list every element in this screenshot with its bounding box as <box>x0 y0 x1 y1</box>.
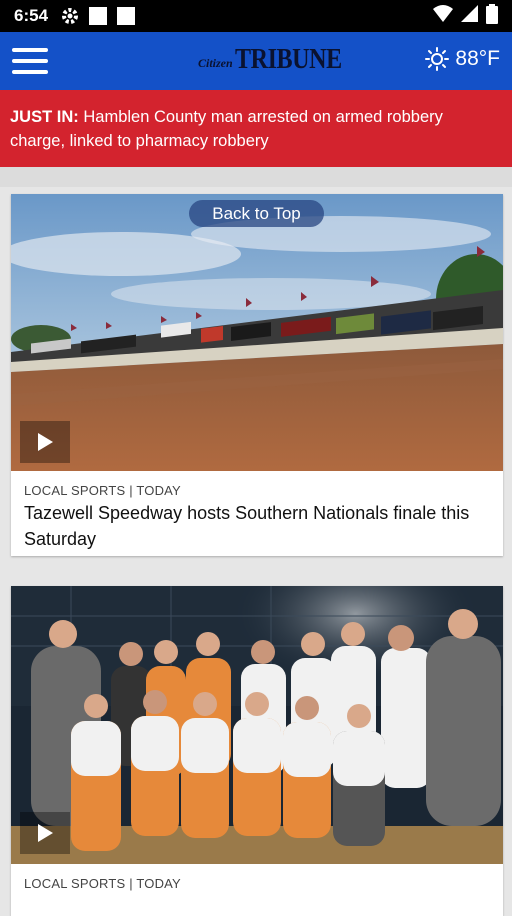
settings-status-icon <box>60 6 80 26</box>
divider <box>0 167 512 187</box>
weather-widget[interactable]: 88°F <box>425 47 500 71</box>
article-meta: LOCAL SPORTS | TODAY <box>24 876 181 891</box>
logo-citizen: Citizen <box>198 56 233 70</box>
status-time: 6:54 <box>14 6 49 25</box>
back-to-top-button[interactable]: Back to Top <box>189 200 324 227</box>
status-bar: 6:54 <box>0 0 512 32</box>
article-headline[interactable]: Tazewell Speedway hosts Southern Nationa… <box>11 498 503 552</box>
app-bar: Citizen TRIBUNE 88°F <box>0 32 512 90</box>
cell-signal-icon <box>461 5 478 27</box>
app-logo[interactable]: Citizen TRIBUNE <box>198 46 359 74</box>
article-image-softball-team[interactable] <box>11 586 503 864</box>
battery-icon <box>486 3 498 29</box>
breaking-prefix: JUST IN: <box>10 108 79 126</box>
notification-square-icon <box>88 6 108 26</box>
breaking-news-banner[interactable]: JUST IN: Hamblen County man arrested on … <box>0 90 512 167</box>
play-video-button[interactable] <box>20 812 70 854</box>
notification-square-icon-2 <box>116 6 136 26</box>
article-card[interactable]: LOCAL SPORTS | TODAY <box>11 586 503 916</box>
weather-temperature: 88°F <box>455 47 500 70</box>
sun-icon <box>425 47 450 71</box>
wifi-icon <box>433 4 453 28</box>
logo-tribune: TRIBUNE <box>234 44 342 75</box>
menu-icon[interactable] <box>12 48 48 74</box>
article-meta: LOCAL SPORTS | TODAY <box>24 483 181 498</box>
article-image-speedway[interactable] <box>11 194 503 471</box>
article-headline[interactable] <box>11 891 503 893</box>
play-video-button[interactable] <box>20 421 70 463</box>
article-card[interactable]: LOCAL SPORTS | TODAY Tazewell Speedway h… <box>11 194 503 556</box>
